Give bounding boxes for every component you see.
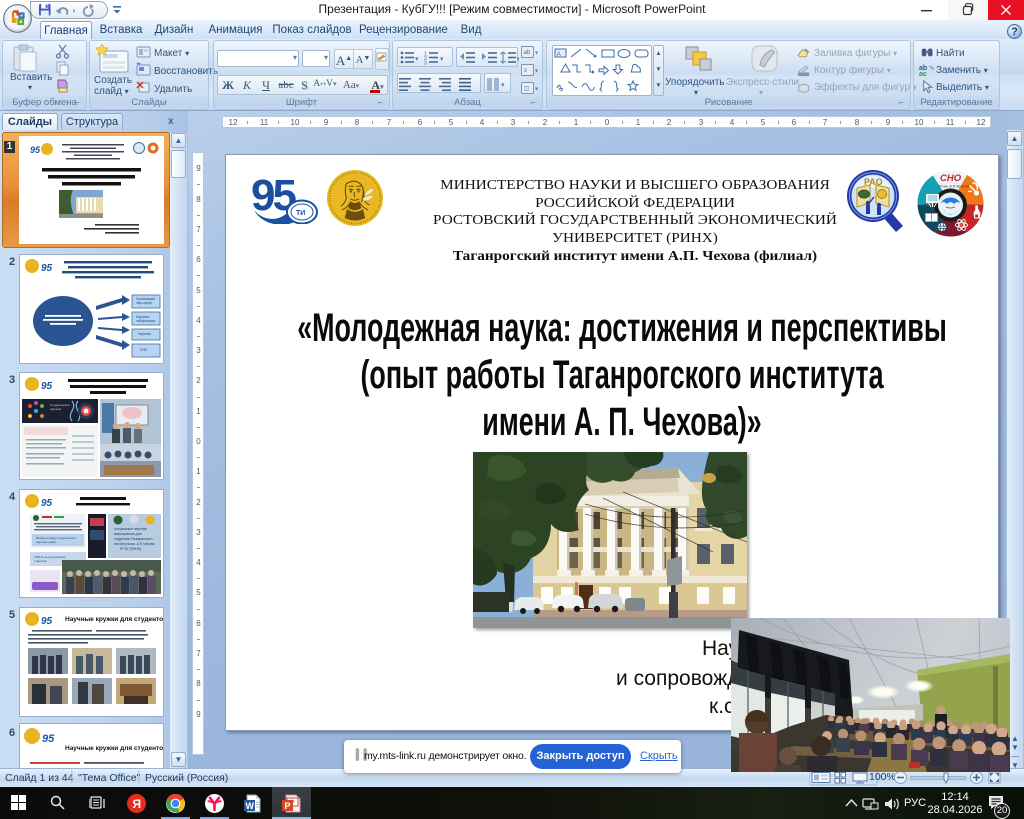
svg-text:РГЭУ (РИНХ): РГЭУ (РИНХ) — [120, 547, 141, 551]
svg-text:≡: ≡ — [524, 68, 528, 74]
svg-text:95: 95 — [42, 733, 55, 745]
svg-text:лаборатории: лаборатории — [136, 319, 155, 323]
svg-text:95: 95 — [41, 263, 53, 274]
svg-text:науч.центр: науч.центр — [136, 301, 152, 305]
svg-text:A: A — [557, 51, 562, 58]
svg-text:3: 3 — [424, 61, 427, 66]
svg-text:95: 95 — [41, 381, 53, 392]
svg-text:ТИ: ТИ — [296, 210, 305, 217]
svg-text:научных работ: научных работ — [36, 540, 57, 544]
svg-text:ac: ac — [919, 71, 927, 76]
svg-text:95: 95 — [41, 498, 53, 509]
svg-text:СНО: СНО — [940, 173, 962, 184]
svg-text:ТИ им. А.П.ЧЕХОВА: ТИ им. А.П.ЧЕХОВА — [938, 185, 971, 189]
svg-text:▾: ▾ — [535, 87, 538, 93]
svg-text:▾: ▾ — [535, 51, 538, 57]
svg-text:Научные: Научные — [138, 332, 151, 336]
svg-text:Научные кружки для студентов: Научные кружки для студентов — [65, 616, 163, 623]
svg-text:W: W — [246, 801, 255, 811]
svg-text:95: 95 — [41, 616, 53, 627]
svg-text:◫: ◫ — [524, 86, 530, 92]
svg-text:СНО: СНО — [140, 348, 148, 352]
svg-text:мероприятия для: мероприятия для — [114, 532, 142, 536]
svg-text:ab: ab — [524, 50, 531, 56]
svg-text:Я: Я — [133, 797, 142, 811]
svg-text:Научные кружки для студентов: Научные кружки для студентов — [65, 745, 163, 752]
svg-text:Актуальные научные: Актуальные научные — [114, 527, 147, 531]
svg-text:▾: ▾ — [517, 56, 519, 63]
svg-text:научное: научное — [50, 407, 62, 411]
svg-text:студентов Таганрогского: студентов Таганрогского — [114, 537, 153, 541]
svg-text:института им. А.П.Чехова: института им. А.П.Чехова — [114, 542, 155, 546]
svg-text:▾: ▾ — [535, 69, 538, 75]
svg-text:P: P — [285, 801, 291, 811]
svg-text:▾: ▾ — [440, 56, 444, 63]
svg-text:95: 95 — [30, 145, 41, 155]
svg-text:стартапа: стартапа — [34, 559, 47, 563]
svg-text:▾: ▾ — [501, 82, 505, 89]
svg-text:▾: ▾ — [415, 56, 419, 63]
